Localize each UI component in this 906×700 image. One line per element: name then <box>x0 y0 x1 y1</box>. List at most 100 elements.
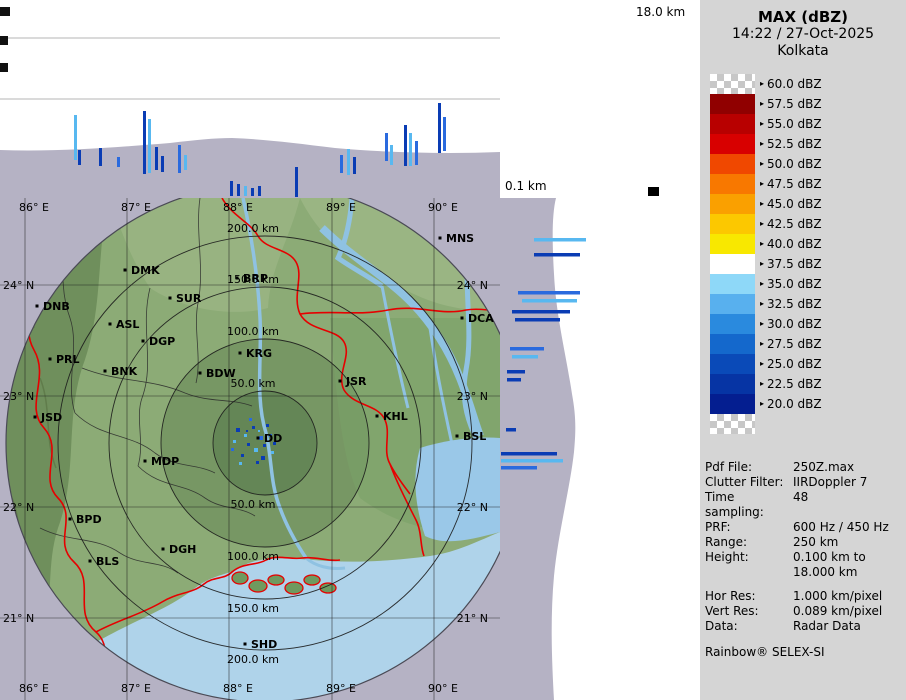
legend-value: 35.0 dBZ <box>767 277 822 291</box>
echo-pixel <box>239 462 242 465</box>
top-height-projection-panel <box>0 0 500 198</box>
legend-label: ▸25.0 dBZ <box>760 357 822 371</box>
legend-row: ▸20.0 dBZ <box>710 394 906 414</box>
legend-tick-icon: ▸ <box>760 300 764 308</box>
legend-swatch <box>710 254 755 274</box>
legend-tick-icon: ▸ <box>760 120 764 128</box>
city-label: KRG <box>246 347 272 360</box>
ring-label: 200.0 km <box>227 653 279 666</box>
echo-column <box>409 133 412 166</box>
meta-value: 250 km <box>793 535 906 550</box>
city-label: BSL <box>463 430 486 443</box>
legend-label: ▸20.0 dBZ <box>760 397 822 411</box>
legend-label: ▸47.5 dBZ <box>760 177 822 191</box>
city-label: ASL <box>116 318 139 331</box>
info-sidebar: MAX (dBZ) 14:22 / 27-Oct-2025 Kolkata ▸6… <box>700 0 906 700</box>
lat-label: 23° N <box>457 390 488 403</box>
echo-column <box>178 145 181 173</box>
city-marker <box>124 269 127 272</box>
lon-label: 86° E <box>19 201 49 214</box>
city-label: DGP <box>149 335 175 348</box>
meta-label: PRF: <box>705 520 793 535</box>
legend-tick-icon: ▸ <box>760 200 764 208</box>
lon-label: 90° E <box>428 682 458 695</box>
legend-tick-icon: ▸ <box>760 400 764 408</box>
legend-value: 22.5 dBZ <box>767 377 822 391</box>
legend-row: ▸57.5 dBZ <box>710 94 906 114</box>
legend-label: ▸57.5 dBZ <box>760 97 822 111</box>
city-marker <box>162 548 165 551</box>
lat-label: 24° N <box>457 279 488 292</box>
city-label: MDP <box>151 455 179 468</box>
meta-label <box>705 565 793 580</box>
product-metadata: Pdf File:250Z.maxClutter Filter:IIRDoppl… <box>705 460 906 660</box>
lat-label: 23° N <box>3 390 34 403</box>
meta-row: 18.000 km <box>705 565 906 580</box>
legend-swatch <box>710 154 755 174</box>
echo-pixel <box>254 448 258 452</box>
legend-swatch <box>710 214 755 234</box>
meta-row: Time sampling:48 <box>705 490 906 520</box>
city-marker <box>244 643 247 646</box>
echo-column <box>117 157 120 167</box>
meta-label: Range: <box>705 535 793 550</box>
legend-value: 47.5 dBZ <box>767 177 822 191</box>
legend-value: 37.5 dBZ <box>767 257 822 271</box>
city-label: JSR <box>345 375 367 388</box>
legend-value: 45.0 dBZ <box>767 197 822 211</box>
legend-row: ▸25.0 dBZ <box>710 354 906 374</box>
legend-row: ▸42.5 dBZ <box>710 214 906 234</box>
echo-column <box>415 141 418 165</box>
meta-label: Time sampling: <box>705 490 793 520</box>
city-label: DGH <box>169 543 196 556</box>
legend-swatch <box>710 74 755 94</box>
legend-value: 20.0 dBZ <box>767 397 822 411</box>
legend-label: ▸45.0 dBZ <box>760 197 822 211</box>
legend-row: ▸35.0 dBZ <box>710 274 906 294</box>
echo-pixel <box>246 430 248 432</box>
legend-swatch <box>710 174 755 194</box>
echo-row <box>518 291 580 295</box>
echo-pixel <box>259 436 263 440</box>
legend-swatch <box>710 374 755 394</box>
height-axis-max-label: 18.0 km <box>636 5 685 19</box>
legend-value: 52.5 dBZ <box>767 137 822 151</box>
meta-row: PRF:600 Hz / 450 Hz <box>705 520 906 535</box>
city-marker <box>236 277 239 280</box>
echo-column <box>184 155 187 170</box>
city-marker <box>89 560 92 563</box>
legend-value: 40.0 dBZ <box>767 237 822 251</box>
city-label: BRP <box>243 272 268 285</box>
lon-label: 87° E <box>121 682 151 695</box>
legend-swatch <box>710 334 755 354</box>
legend-swatch <box>710 414 755 434</box>
legend-row: ▸47.5 dBZ <box>710 174 906 194</box>
city-marker <box>34 416 37 419</box>
echo-pixel <box>236 428 240 432</box>
echo-column <box>438 103 441 153</box>
legend-label: ▸35.0 dBZ <box>760 277 822 291</box>
legend-swatch <box>710 394 755 414</box>
echo-row <box>501 459 563 463</box>
city-label: BPD <box>76 513 102 526</box>
legend-row: ▸27.5 dBZ <box>710 334 906 354</box>
side-height-projection-panel: 18.0 km 0.1 km <box>500 0 700 700</box>
legend-tick-icon: ▸ <box>760 380 764 388</box>
echo-pixel <box>256 461 259 464</box>
station-name: Kolkata <box>700 43 906 60</box>
echo-column <box>443 117 446 151</box>
echo-pixel <box>231 448 234 451</box>
radar-application: 18.0 km 0.1 km <box>0 0 906 700</box>
echo-pixel <box>233 440 236 443</box>
meta-value: 600 Hz / 450 Hz <box>793 520 906 535</box>
echo-column <box>161 156 164 172</box>
legend-tick-icon: ▸ <box>760 100 764 108</box>
legend-tick-icon: ▸ <box>760 140 764 148</box>
echo-pixel <box>244 434 247 437</box>
lon-label: 88° E <box>223 201 253 214</box>
echo-row <box>510 347 544 351</box>
ring-label: 50.0 km <box>230 377 275 390</box>
city-label: SUR <box>176 292 202 305</box>
echo-column <box>143 111 146 174</box>
legend-swatch <box>710 194 755 214</box>
